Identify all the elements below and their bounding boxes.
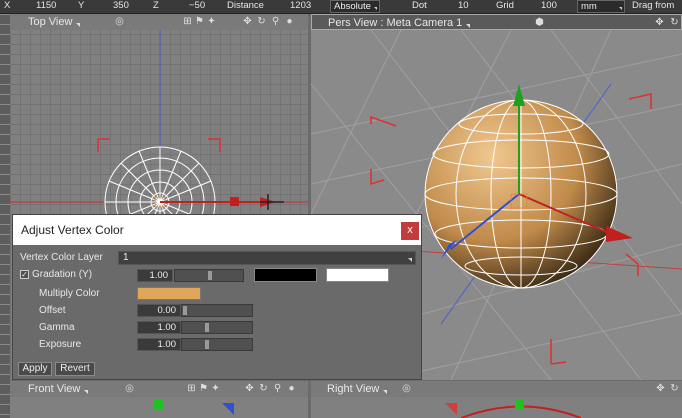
dot-value[interactable]: 10 (458, 0, 469, 13)
gradation-slider-knob[interactable] (208, 271, 212, 280)
offset-label: Offset (39, 305, 66, 316)
right-viewport[interactable]: Right View ◎ ✥ ↻ (311, 381, 682, 418)
top-view-titlebar: Top View ◎ ⊞ ⚑ ✦ ✥ ↻ ⚲ ● (10, 14, 308, 30)
front-viewport[interactable]: Front View ◎ ⊞ ⚑ ✦ ✥ ↻ ⚲ ● (10, 381, 308, 418)
shading-icon[interactable]: ● (284, 16, 295, 27)
rotate-view-icon[interactable]: ↻ (669, 383, 680, 394)
gradation-label: Gradation (Y) (32, 269, 93, 280)
move-view-icon[interactable]: ✥ (244, 383, 255, 394)
gamma-slider[interactable] (181, 321, 253, 334)
gradation-end-color-swatch[interactable] (326, 268, 389, 282)
multiply-color-label: Multiply Color (39, 288, 100, 299)
exposure-value-field[interactable]: 1.00 (137, 338, 181, 351)
coordinate-toolbar: X 1150 Y 350 Z −50 Distance 1203 Absolut… (0, 0, 682, 14)
right-view-title[interactable]: Right View (327, 383, 388, 395)
perspective-view-titlebar: Pers View : Meta Camera 1 ⬢ ✥ ↻ (311, 14, 682, 30)
gradation-checkbox[interactable]: ✓ (20, 270, 29, 279)
offset-slider-knob[interactable] (183, 306, 187, 315)
offset-slider[interactable] (181, 304, 253, 317)
coordinate-mode-select[interactable]: Absolute (330, 0, 380, 13)
grid-value[interactable]: 100 (541, 0, 557, 13)
gradation-slider[interactable] (174, 269, 244, 282)
zoom-view-icon[interactable]: ⚲ (270, 16, 281, 27)
vertex-color-layer-label: Vertex Color Layer (20, 252, 103, 263)
close-button[interactable]: x (401, 222, 419, 240)
wand-icon[interactable]: ✦ (210, 383, 221, 394)
exposure-slider[interactable] (181, 338, 253, 351)
gamma-value-field[interactable]: 1.00 (137, 321, 181, 334)
target-icon[interactable]: ◎ (124, 383, 135, 394)
x-label: X (4, 0, 11, 11)
gradation-start-color-swatch[interactable] (254, 268, 317, 282)
x-value[interactable]: 1150 (36, 0, 56, 13)
grid-snap-icon[interactable]: ⊞ (182, 16, 193, 27)
flag-icon[interactable]: ⚑ (194, 16, 205, 27)
revert-button[interactable]: Revert (55, 362, 95, 376)
z-label: Z (153, 0, 159, 11)
exposure-label: Exposure (39, 339, 82, 350)
gamma-slider-knob[interactable] (205, 323, 209, 332)
target-icon[interactable]: ◎ (114, 16, 125, 27)
front-view-title[interactable]: Front View (28, 383, 89, 395)
unit-select[interactable]: mm (577, 0, 625, 13)
z-value[interactable]: −50 (189, 0, 205, 13)
front-view-titlebar: Front View ◎ ⊞ ⚑ ✦ ✥ ↻ ⚲ ● (10, 381, 308, 397)
rotate-view-icon[interactable]: ↻ (256, 16, 267, 27)
shading-mode-icon[interactable]: ⬢ (534, 17, 545, 28)
target-icon[interactable]: ◎ (401, 383, 412, 394)
move-view-icon[interactable]: ✥ (655, 383, 666, 394)
wand-icon[interactable]: ✦ (206, 16, 217, 27)
drag-from-label[interactable]: Drag from (632, 0, 674, 13)
distance-value[interactable]: 1203 (290, 0, 311, 13)
top-view-title[interactable]: Top View (28, 16, 81, 28)
dot-label: Dot (412, 0, 427, 11)
left-ruler (0, 14, 10, 418)
gradation-value-field[interactable]: 1.00 (137, 269, 173, 282)
multiply-color-swatch[interactable] (137, 287, 201, 300)
dialog-titlebar[interactable]: Adjust Vertex Color x (13, 215, 421, 245)
y-label: Y (78, 0, 85, 11)
dialog-title: Adjust Vertex Color (21, 223, 124, 237)
exposure-slider-knob[interactable] (205, 340, 209, 349)
move-view-icon[interactable]: ✥ (654, 17, 665, 28)
rotate-view-icon[interactable]: ↻ (258, 383, 269, 394)
move-view-icon[interactable]: ✥ (242, 16, 253, 27)
zoom-view-icon[interactable]: ⚲ (272, 383, 283, 394)
distance-label: Distance (227, 0, 264, 11)
offset-value-field[interactable]: 0.00 (137, 304, 181, 317)
y-value[interactable]: 350 (113, 0, 129, 13)
grid-label: Grid (496, 0, 514, 11)
gamma-label: Gamma (39, 322, 75, 333)
grid-snap-icon[interactable]: ⊞ (186, 383, 197, 394)
rotate-view-icon[interactable]: ↻ (669, 17, 680, 28)
apply-button[interactable]: Apply (18, 362, 52, 376)
right-view-titlebar: Right View ◎ ✥ ↻ (311, 381, 682, 397)
vertex-color-layer-select[interactable]: 1 (118, 251, 416, 265)
flag-icon[interactable]: ⚑ (198, 383, 209, 394)
adjust-vertex-color-dialog: Adjust Vertex Color x Vertex Color Layer… (12, 214, 422, 380)
perspective-view-title[interactable]: Pers View : Meta Camera 1 (328, 17, 471, 29)
shading-icon[interactable]: ● (286, 383, 297, 394)
